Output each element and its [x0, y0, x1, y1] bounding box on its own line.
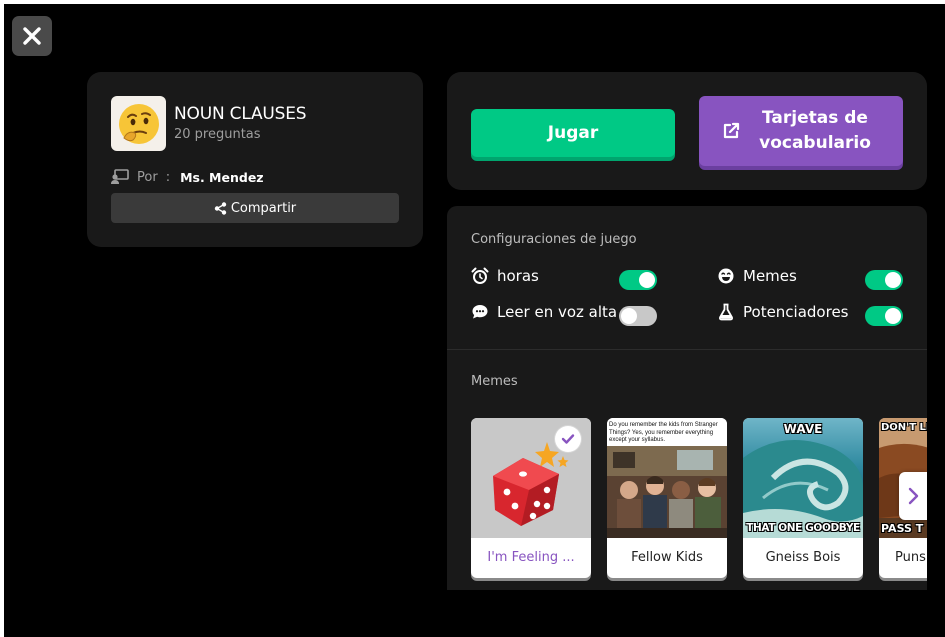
quiz-title: NOUN CLAUSES [174, 104, 307, 124]
meme-card-gneiss-bois[interactable]: WAVE THAT ONE GOODBYE Gneiss Bois [743, 418, 863, 578]
close-button[interactable] [12, 16, 52, 56]
setting-read-aloud: Leer en voz alta [471, 301, 617, 323]
settings-title: Configuraciones de juego [471, 232, 637, 247]
memes-next-button[interactable] [899, 472, 927, 520]
thinking-face-icon [118, 103, 159, 144]
wave-photo [743, 440, 863, 538]
meme-image: Do you remember the kids from Stranger T… [607, 418, 727, 538]
flashcards-label: Tarjetas de vocabulario [759, 108, 871, 153]
author-label: Por [137, 169, 158, 185]
share-label: Compartir [230, 200, 297, 216]
meme-photo [607, 446, 727, 538]
setting-timer-label: horas [497, 267, 539, 285]
game-settings-modal: NOUN CLAUSES 20 preguntas Por : Ms. Mend… [4, 4, 945, 637]
author-name[interactable]: Ms. Mendez [180, 170, 264, 185]
memes-toggle[interactable] [865, 270, 903, 290]
speech-bubble-icon [472, 305, 488, 319]
share-button[interactable]: Compartir [111, 193, 399, 223]
meme-image: WAVE THAT ONE GOODBYE [743, 418, 863, 538]
meme-name: Gneiss Bois [765, 549, 841, 565]
setting-read-aloud-label: Leer en voz alta [497, 303, 618, 321]
close-icon [23, 27, 41, 45]
external-link-icon [723, 122, 740, 139]
powerups-toggle[interactable] [865, 306, 903, 326]
author-row: Por : Ms. Mendez [111, 168, 264, 186]
setting-memes-label: Memes [743, 267, 797, 285]
meme-caption-top: DON'T LI [881, 422, 927, 433]
setting-powerups-label: Potenciadores [743, 303, 849, 321]
meme-name: Puns [895, 549, 926, 565]
author-separator: : [165, 169, 171, 185]
meme-caption-bottom: PASS T [881, 522, 924, 535]
share-icon [214, 201, 227, 215]
meme-card-feeling-lucky[interactable]: I'm Feeling ... [471, 418, 591, 578]
question-count: 20 preguntas [174, 127, 261, 142]
meme-caption-top: WAVE [783, 422, 823, 436]
teacher-icon [111, 169, 129, 184]
setting-powerups: Potenciadores [717, 301, 849, 323]
memes-section-title: Memes [471, 374, 518, 389]
play-button[interactable]: Jugar [471, 109, 675, 157]
meme-name: Fellow Kids [631, 549, 703, 565]
meme-caption-bottom: THAT ONE GOODBYE [746, 522, 860, 534]
game-settings-card: Configuraciones de juego horas Memes Lee… [447, 206, 927, 590]
flask-icon [719, 303, 733, 321]
laughing-face-icon [718, 268, 734, 284]
setting-timer: horas [471, 265, 539, 287]
setting-memes: Memes [717, 265, 797, 287]
check-icon [561, 434, 575, 444]
selected-check-badge [555, 426, 581, 452]
quiz-info-card: NOUN CLAUSES 20 preguntas Por : Ms. Mend… [87, 72, 423, 247]
timer-toggle[interactable] [619, 270, 657, 290]
play-options-card: Jugar Tarjetas de vocabulario [447, 72, 927, 190]
divider [447, 349, 927, 350]
chevron-right-icon [908, 487, 919, 505]
meme-card-fellow-kids[interactable]: Do you remember the kids from Stranger T… [607, 418, 727, 578]
quiz-thumbnail [111, 96, 166, 151]
meme-name: I'm Feeling ... [487, 549, 575, 565]
meme-caption: Do you remember the kids from Stranger T… [609, 422, 718, 443]
read-aloud-toggle[interactable] [619, 306, 657, 326]
alarm-clock-icon [471, 267, 489, 284]
flashcards-button[interactable]: Tarjetas de vocabulario [699, 96, 903, 166]
